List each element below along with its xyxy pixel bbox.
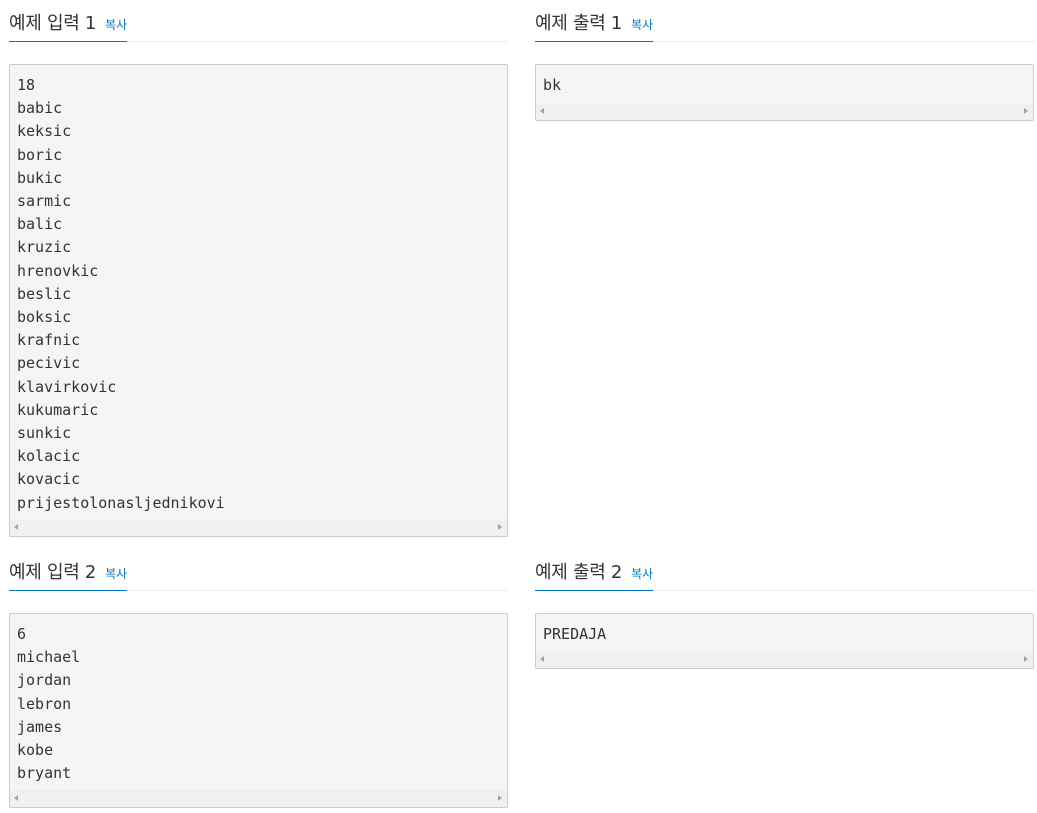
sample-input-2-content: 6 michael jordan lebron james kobe bryan…	[17, 625, 81, 783]
scroll-left-arrow-icon[interactable]	[14, 795, 18, 801]
horizontal-scrollbar[interactable]	[536, 651, 1033, 668]
sample-output-2-title: 예제 출력 2	[535, 562, 623, 583]
scroll-right-arrow-icon[interactable]	[498, 795, 502, 801]
sample-output-1-box: bk	[535, 64, 1034, 121]
horizontal-scrollbar[interactable]	[10, 790, 507, 807]
sample-grid: 예제 입력 1 복사 18 babic keksic boric bukic s…	[0, 0, 1037, 813]
sample-input-1: 예제 입력 1 복사 18 babic keksic boric bukic s…	[9, 0, 509, 537]
copy-button[interactable]: 복사	[631, 567, 653, 581]
copy-button[interactable]: 복사	[105, 18, 127, 32]
sample-output-1-title: 예제 출력 1	[535, 13, 623, 34]
sample-input-1-title: 예제 입력 1	[9, 13, 97, 34]
sample-output-1-headline: 예제 출력 1 복사	[535, 0, 1035, 42]
sample-input-1-headline: 예제 입력 1 복사	[9, 0, 509, 42]
sample-input-2-title: 예제 입력 2	[9, 562, 97, 583]
sample-input-2: 예제 입력 2 복사 6 michael jordan lebron james…	[9, 549, 509, 808]
copy-button[interactable]: 복사	[631, 18, 653, 32]
sample-output-2-content: PREDAJA	[543, 625, 607, 643]
sample-output-2: 예제 출력 2 복사 PREDAJA	[535, 549, 1035, 669]
scroll-right-arrow-icon[interactable]	[1024, 656, 1028, 662]
scroll-left-arrow-icon[interactable]	[540, 656, 544, 662]
sample-input-1-underline: 예제 입력 1 복사	[9, 0, 128, 42]
sample-input-1-box: 18 babic keksic boric bukic sarmic balic…	[9, 64, 508, 537]
scroll-right-arrow-icon[interactable]	[1024, 108, 1028, 114]
sample-output-2-box: PREDAJA	[535, 613, 1034, 669]
sample-output-2-underline: 예제 출력 2 복사	[535, 549, 654, 591]
horizontal-scrollbar[interactable]	[10, 519, 507, 536]
scroll-left-arrow-icon[interactable]	[540, 108, 544, 114]
sample-input-2-underline: 예제 입력 2 복사	[9, 549, 128, 591]
sample-output-1: 예제 출력 1 복사 bk	[535, 0, 1035, 121]
copy-button[interactable]: 복사	[105, 567, 127, 581]
sample-input-1-content: 18 babic keksic boric bukic sarmic balic…	[17, 76, 225, 512]
sample-output-1-content: bk	[543, 76, 562, 94]
sample-input-2-box: 6 michael jordan lebron james kobe bryan…	[9, 613, 508, 808]
sample-input-2-headline: 예제 입력 2 복사	[9, 549, 509, 591]
scroll-right-arrow-icon[interactable]	[498, 524, 502, 530]
scroll-left-arrow-icon[interactable]	[14, 524, 18, 530]
sample-output-1-underline: 예제 출력 1 복사	[535, 0, 654, 42]
sample-output-2-headline: 예제 출력 2 복사	[535, 549, 1035, 591]
horizontal-scrollbar[interactable]	[536, 103, 1033, 120]
